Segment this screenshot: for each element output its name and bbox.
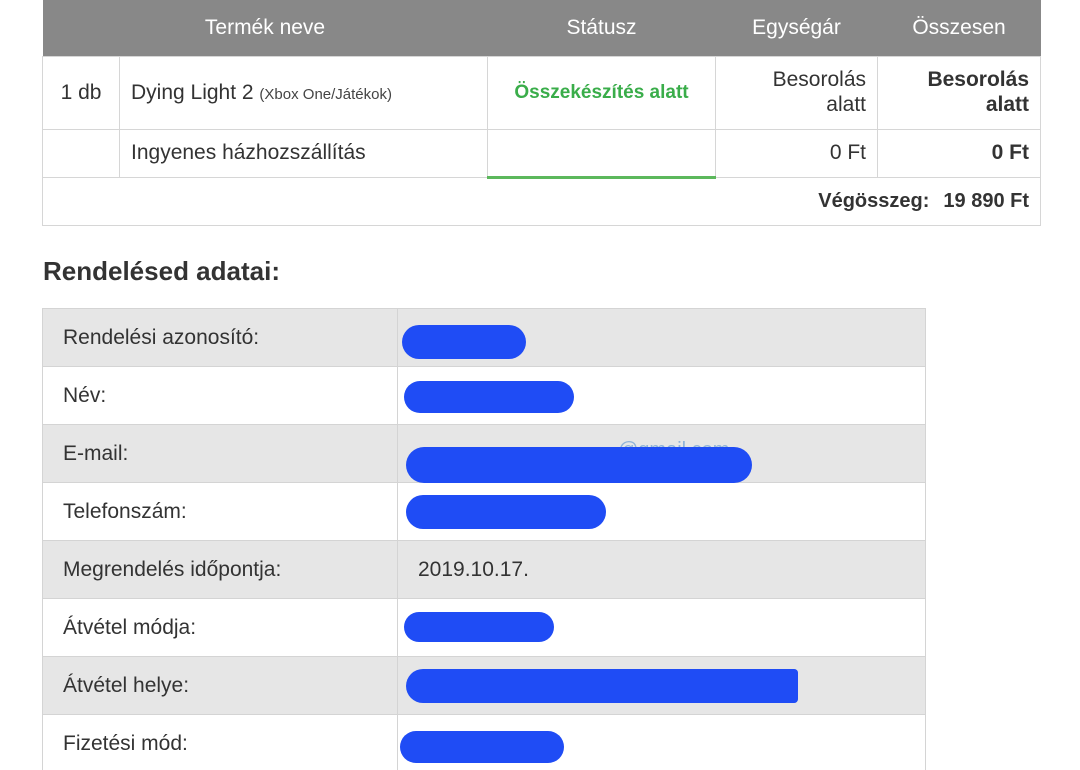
order-table-header: Termék neve Státusz Egységár Összesen <box>42 0 1041 56</box>
shipping-status <box>487 128 716 179</box>
redaction-mark <box>400 731 564 763</box>
detail-row-phone: Telefonszám: <box>42 482 926 541</box>
detail-row-order-id: Rendelési azonosító: <box>42 308 926 367</box>
redaction-mark <box>406 447 752 483</box>
shipping-row: Ingyenes házhozszállítás 0 Ft 0 Ft <box>42 128 1041 179</box>
detail-label: Név: <box>42 366 398 425</box>
header-product-name: Termék neve <box>42 0 488 56</box>
unit-price-line2: alatt <box>826 92 866 116</box>
detail-row-email: E-mail: @gmail.com <box>42 424 926 483</box>
detail-row-payment-method: Fizetési mód: <box>42 714 926 770</box>
detail-value <box>397 714 926 770</box>
product-name[interactable]: Dying Light 2 <box>131 81 254 104</box>
product-status: Összekészítés alatt <box>487 55 716 130</box>
detail-row-pickup-place: Átvétel helye: <box>42 656 926 715</box>
detail-value <box>397 656 926 715</box>
detail-value: 2019.10.17. <box>397 540 926 599</box>
detail-label: Rendelési azonosító: <box>42 308 398 367</box>
grand-total-value: 19 890 Ft <box>943 190 1029 212</box>
product-platform: (Xbox One/Játékok) <box>259 85 392 103</box>
detail-value <box>397 308 926 367</box>
product-quantity: 1 db <box>42 55 120 130</box>
shipping-qty-cell <box>42 128 120 178</box>
detail-label: Fizetési mód: <box>42 714 398 770</box>
redaction-mark <box>402 325 526 359</box>
detail-label: Átvétel módja: <box>42 598 398 657</box>
detail-value <box>397 366 926 425</box>
detail-row-order-date: Megrendelés időpontja: 2019.10.17. <box>42 540 926 599</box>
product-row: 1 db Dying Light 2 (Xbox One/Játékok) Ös… <box>42 55 1041 130</box>
redaction-mark <box>406 495 606 529</box>
order-details-table: Rendelési azonosító: Név: E-mail: @gmail… <box>42 308 926 770</box>
grand-total-cell: Végösszeg: 19 890 Ft <box>42 176 1041 226</box>
detail-label: Megrendelés időpontja: <box>42 540 398 599</box>
order-items-table: Termék neve Státusz Egységár Összesen 1 … <box>42 0 1041 226</box>
header-total: Összesen <box>877 0 1041 56</box>
product-name-cell: Dying Light 2 (Xbox One/Játékok) <box>119 55 488 130</box>
detail-label: Telefonszám: <box>42 482 398 541</box>
summary-row: Végösszeg: 19 890 Ft <box>42 176 1041 226</box>
redaction-mark <box>404 381 574 413</box>
shipping-total: 0 Ft <box>877 128 1041 178</box>
total-line1: Besorolás <box>927 67 1029 91</box>
header-unit-price: Egységár <box>715 0 878 56</box>
product-total: Besorolás alatt <box>877 55 1041 130</box>
detail-label: E-mail: <box>42 424 398 483</box>
grand-total-label: Végösszeg: <box>818 190 930 212</box>
details-title: Rendelésed adatai: <box>43 256 280 286</box>
detail-value: @gmail.com <box>397 424 926 483</box>
total-line2: alatt <box>985 92 1029 116</box>
detail-label: Átvétel helye: <box>42 656 398 715</box>
order-page: Termék neve Státusz Egységár Összesen 1 … <box>0 0 1080 770</box>
shipping-name: Ingyenes házhozszállítás <box>119 128 488 178</box>
shipping-unit-price: 0 Ft <box>715 128 878 178</box>
detail-value <box>397 482 926 541</box>
detail-value <box>397 598 926 657</box>
detail-row-pickup-method: Átvétel módja: <box>42 598 926 657</box>
product-unit-price: Besorolás alatt <box>715 55 878 130</box>
unit-price-line1: Besorolás <box>772 67 866 91</box>
redaction-mark <box>406 669 798 703</box>
detail-row-name: Név: <box>42 366 926 425</box>
redaction-mark <box>404 612 554 642</box>
header-status: Státusz <box>487 0 716 56</box>
